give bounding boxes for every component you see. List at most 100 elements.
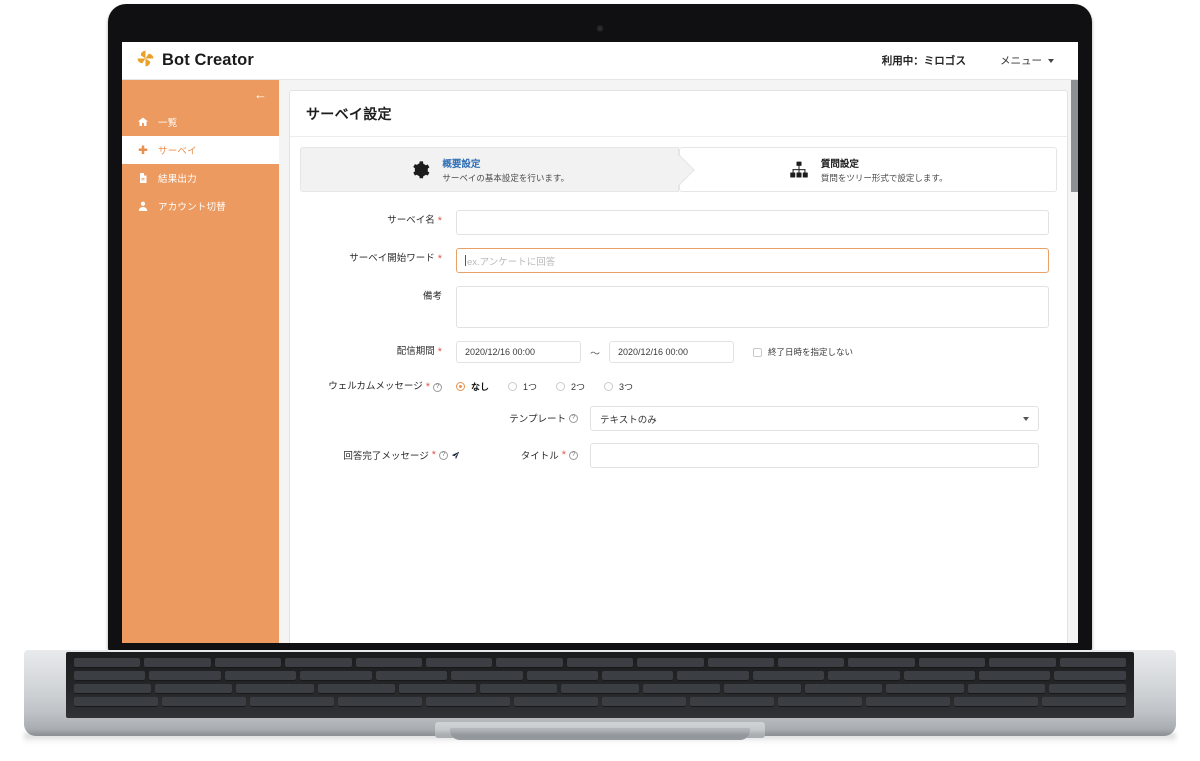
screenshot-stage: MacBook Air (0, 0, 1200, 761)
start-word-input[interactable]: ex.アンケートに回答 (456, 248, 1049, 273)
template-label: テンプレート ? (308, 406, 590, 425)
card-header: サーベイ設定 (290, 91, 1067, 137)
gear-icon (409, 159, 431, 181)
step-wizard: 概要設定 サーベイの基本設定を行います。 質問設定 質問をツリー形式で設定します… (290, 137, 1067, 192)
date-range-separator: ～ (590, 348, 600, 360)
menu-label: メニュー (1000, 55, 1042, 67)
sitemap-icon (788, 159, 810, 181)
plus-icon (136, 144, 149, 157)
help-icon[interactable]: ? (569, 450, 578, 460)
sidebar-item-label: 一覧 (158, 118, 178, 129)
remarks-label: 備考 (308, 286, 456, 303)
field-row-template: テンプレート ? テキストのみ (308, 406, 1049, 432)
sidebar-item-survey[interactable]: サーベイ (122, 136, 279, 164)
laptop-screen: Bot Creator 利用中：ミロゴス メニュー ← 一覧 サーベイ 結果出力… (122, 42, 1078, 643)
label-text: 備考 (422, 291, 442, 302)
paper-plane-icon[interactable] (451, 451, 460, 460)
survey-name-input[interactable] (456, 210, 1049, 235)
radio-label: 2つ (571, 382, 586, 392)
radio-option-three[interactable]: 3つ (604, 380, 633, 393)
laptop-keyboard (66, 652, 1134, 718)
radio-option-two[interactable]: 2つ (556, 380, 585, 393)
radio-dot (604, 382, 614, 391)
step-overview-settings[interactable]: 概要設定 サーベイの基本設定を行います。 (300, 147, 679, 192)
required-marker: * (425, 380, 430, 393)
required-marker: * (437, 214, 442, 227)
pinwheel-logo-icon (136, 49, 155, 73)
help-icon[interactable]: ? (569, 413, 578, 423)
tenant-label: 利用中：ミロゴス (881, 55, 966, 67)
sidebar-item-account-switch[interactable]: アカウント切替 (122, 192, 279, 220)
label-text: タイトル (520, 451, 559, 463)
completion-title-input[interactable] (590, 443, 1039, 469)
brand[interactable]: Bot Creator (136, 49, 254, 73)
help-icon[interactable]: ? (433, 382, 442, 392)
field-row-remarks: 備考 (308, 286, 1049, 328)
webcam-icon (597, 26, 603, 31)
remarks-textarea[interactable] (456, 286, 1049, 328)
sidebar-item-label: アカウント切替 (158, 202, 226, 213)
main-content: サーベイ設定 概要設定 サーベイの基本設定を行います。 質問設定 質問をツリー形… (279, 80, 1078, 643)
page-title: サーベイ設定 (306, 106, 392, 122)
sidebar-item-label: サーベイ (158, 146, 197, 157)
file-export-icon (136, 172, 149, 185)
sidebar-item-list[interactable]: 一覧 (122, 108, 279, 136)
topbar-right: 利用中：ミロゴス メニュー (882, 53, 1064, 68)
chevron-down-icon (1023, 416, 1029, 421)
field-row-delivery-period: 配信期間 * 2020/12/16 00:00 ～ 2020/12/16 00:… (308, 341, 1049, 363)
sidebar: ← 一覧 サーベイ 結果出力 アカウント切替 (122, 80, 279, 643)
sidebar-collapse-button[interactable]: ← (122, 80, 279, 108)
app-window: Bot Creator 利用中：ミロゴス メニュー ← 一覧 サーベイ 結果出力… (122, 42, 1078, 643)
field-row-welcome-message: ウェルカムメッセージ * ? なし 1つ 2つ 3つ (308, 376, 1049, 393)
label-text: 回答完了メッセージ (343, 451, 429, 463)
scrollbar-thumb[interactable] (1071, 80, 1078, 192)
radio-dot (556, 382, 566, 391)
radio-label: なし (471, 382, 490, 392)
label-text: サーベイ開始ワード (349, 253, 435, 264)
delivery-start-date-input[interactable]: 2020/12/16 00:00 (456, 341, 581, 363)
radio-label: 1つ (523, 382, 538, 392)
required-marker: * (437, 345, 442, 358)
menu-dropdown-button[interactable]: メニュー (1000, 53, 1054, 68)
app-topbar: Bot Creator 利用中：ミロゴス メニュー (122, 42, 1078, 80)
chevron-down-icon (1048, 58, 1054, 63)
step-subtitle: 質問をツリー形式で設定します。 (820, 172, 948, 183)
completion-message-label: 回答完了メッセージ * ? (326, 448, 474, 462)
step-title: 質問設定 (820, 158, 859, 170)
radio-option-one[interactable]: 1つ (508, 380, 537, 393)
help-icon[interactable]: ? (439, 450, 448, 460)
user-icon (136, 200, 149, 213)
radio-dot (456, 382, 465, 391)
sidebar-item-label: 結果出力 (158, 174, 197, 185)
required-marker: * (561, 448, 566, 461)
label-text: テンプレート (509, 414, 566, 426)
welcome-message-label: ウェルカムメッセージ * ? (308, 376, 456, 393)
delivery-end-date-input[interactable]: 2020/12/16 00:00 (609, 341, 734, 363)
home-icon (136, 116, 149, 129)
step-question-settings[interactable]: 質問設定 質問をツリー形式で設定します。 (678, 147, 1057, 192)
app-body: ← 一覧 サーベイ 結果出力 アカウント切替 サーベイ設定 概要設定 サーベイの… (122, 80, 1078, 643)
sidebar-item-export[interactable]: 結果出力 (122, 164, 279, 192)
field-row-start-word: サーベイ開始ワード * ex.アンケートに回答 (308, 248, 1049, 273)
laptop-shadow (24, 733, 1176, 743)
required-marker: * (431, 448, 436, 461)
no-end-date-checkbox[interactable]: 終了日時を指定しない (753, 346, 853, 358)
delivery-period-label: 配信期間 * (308, 341, 456, 358)
field-row-survey-name: サーベイ名 * (308, 210, 1049, 235)
arrow-left-icon: ← (254, 86, 267, 102)
start-word-label: サーベイ開始ワード * (308, 248, 456, 265)
start-word-placeholder: ex.アンケートに回答 (467, 256, 556, 268)
template-select[interactable]: テキストのみ (590, 406, 1039, 432)
completion-message-group: テンプレート ? テキストのみ 回答完了メッセージ * ? タイトル * ? (308, 406, 1049, 469)
page-scrollbar[interactable] (1071, 80, 1078, 643)
template-selected-value: テキストのみ (600, 414, 657, 426)
step-title: 概要設定 (442, 158, 481, 170)
required-marker: * (437, 252, 442, 265)
radio-option-none[interactable]: なし (456, 380, 489, 393)
survey-form: サーベイ名 * サーベイ開始ワード * ex.アンケートに回答 備考 配信期間 … (290, 192, 1067, 469)
label-text: ウェルカムメッセージ (328, 381, 423, 392)
welcome-message-radio-group: なし 1つ 2つ 3つ (456, 376, 1049, 393)
survey-name-label: サーベイ名 * (308, 210, 456, 227)
field-row-completion-title: 回答完了メッセージ * ? タイトル * ? (308, 443, 1049, 469)
checkbox-label: 終了日時を指定しない (768, 347, 854, 357)
